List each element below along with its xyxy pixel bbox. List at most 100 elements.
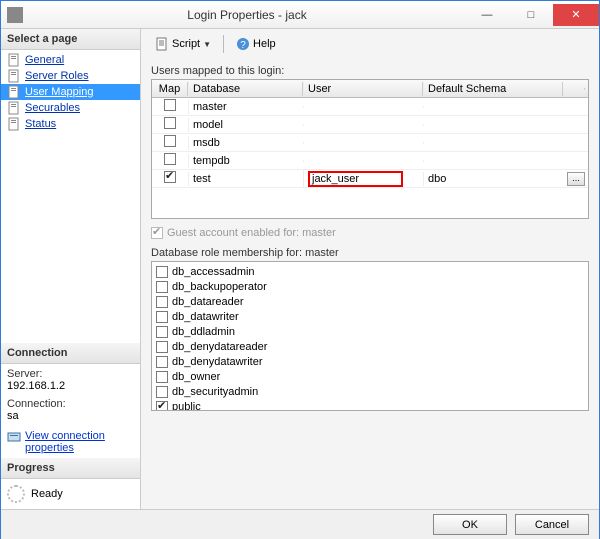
role-label: db_securityadmin bbox=[172, 386, 258, 398]
nav-general[interactable]: General bbox=[1, 52, 140, 68]
user-cell[interactable] bbox=[303, 124, 423, 126]
guest-checkbox bbox=[151, 227, 163, 239]
role-checkbox[interactable] bbox=[156, 266, 168, 278]
roles-list: db_accessadmindb_backupoperator db_datare… bbox=[151, 261, 589, 411]
cancel-button[interactable]: Cancel bbox=[515, 514, 589, 535]
role-label: db_ddladmin bbox=[172, 326, 235, 338]
role-label: db_denydatawriter bbox=[172, 356, 263, 368]
app-icon bbox=[7, 7, 23, 23]
user-cell[interactable] bbox=[303, 142, 423, 144]
role-item[interactable]: db_accessadmin bbox=[154, 264, 586, 279]
role-checkbox[interactable] bbox=[156, 311, 168, 323]
col-default-schema[interactable]: Default Schema bbox=[423, 82, 563, 96]
role-item[interactable]: db_securityadmin bbox=[154, 384, 586, 399]
role-checkbox[interactable] bbox=[156, 371, 168, 383]
page-icon bbox=[7, 85, 21, 99]
dropdown-arrow-icon: ▼ bbox=[203, 40, 211, 49]
col-map[interactable]: Map bbox=[152, 82, 188, 96]
db-cell: test bbox=[188, 172, 303, 186]
user-cell[interactable] bbox=[303, 106, 423, 108]
role-item[interactable]: db_denydatareader bbox=[154, 339, 586, 354]
user-cell[interactable] bbox=[303, 160, 423, 162]
link-icon bbox=[7, 430, 21, 447]
col-database[interactable]: Database bbox=[188, 82, 303, 96]
maximize-button[interactable]: □ bbox=[509, 4, 553, 26]
ellipsis-button[interactable]: ... bbox=[567, 172, 585, 186]
role-item[interactable]: db_datawriter bbox=[154, 309, 586, 324]
role-item[interactable]: db_datareader bbox=[154, 294, 586, 309]
page-icon bbox=[7, 117, 21, 131]
roles-section-label: Database role membership for: master bbox=[151, 247, 589, 259]
schema-cell[interactable] bbox=[423, 160, 563, 162]
schema-cell[interactable] bbox=[423, 124, 563, 126]
nav-securables[interactable]: Securables bbox=[1, 100, 140, 116]
connection-label: Connection: bbox=[7, 398, 134, 410]
minimize-button[interactable]: — bbox=[465, 4, 509, 26]
col-user[interactable]: User bbox=[303, 82, 423, 96]
mapping-grid: Map Database User Default Schema master m… bbox=[151, 79, 589, 219]
role-checkbox[interactable] bbox=[156, 281, 168, 293]
connection-header: Connection bbox=[1, 343, 140, 364]
table-row[interactable]: master bbox=[152, 98, 588, 116]
role-item[interactable]: db_denydatawriter bbox=[154, 354, 586, 369]
role-label: db_denydatareader bbox=[172, 341, 267, 353]
role-checkbox[interactable] bbox=[156, 296, 168, 308]
table-row[interactable]: model bbox=[152, 116, 588, 134]
select-page-header: Select a page bbox=[1, 29, 140, 50]
main-panel: Script ▼ ? Help Users mapped to this log… bbox=[141, 29, 599, 509]
map-checkbox[interactable] bbox=[164, 153, 176, 165]
role-item[interactable]: db_owner bbox=[154, 369, 586, 384]
map-checkbox[interactable] bbox=[164, 117, 176, 129]
progress-status: Ready bbox=[31, 488, 63, 500]
page-icon bbox=[7, 53, 21, 67]
role-label: db_datareader bbox=[172, 296, 244, 308]
db-cell: model bbox=[188, 118, 303, 132]
nav-user-mapping[interactable]: User Mapping bbox=[1, 84, 140, 100]
titlebar: Login Properties - jack — □ ✕ bbox=[1, 1, 599, 29]
map-checkbox[interactable] bbox=[164, 99, 176, 111]
role-item[interactable]: public bbox=[154, 399, 586, 411]
window-title: Login Properties - jack bbox=[29, 8, 465, 22]
map-checkbox[interactable] bbox=[164, 171, 176, 183]
toolbar: Script ▼ ? Help bbox=[141, 29, 599, 59]
view-connection-properties-link[interactable]: View connection properties bbox=[25, 430, 134, 454]
role-item[interactable]: db_ddladmin bbox=[154, 324, 586, 339]
user-cell[interactable]: jack_user bbox=[303, 170, 423, 188]
svg-text:?: ? bbox=[240, 40, 246, 51]
server-value: 192.168.1.2 bbox=[7, 380, 134, 392]
mapping-section-label: Users mapped to this login: bbox=[151, 65, 589, 77]
dialog-footer: OK Cancel bbox=[1, 509, 599, 539]
toolbar-separator bbox=[223, 35, 224, 53]
nav-status[interactable]: Status bbox=[1, 116, 140, 132]
schema-cell[interactable]: dbo bbox=[423, 172, 563, 186]
table-row[interactable]: tempdb bbox=[152, 152, 588, 170]
page-icon bbox=[7, 101, 21, 115]
table-row[interactable]: testjack_userdbo... bbox=[152, 170, 588, 188]
role-checkbox[interactable] bbox=[156, 401, 168, 412]
db-cell: tempdb bbox=[188, 154, 303, 168]
table-row[interactable]: msdb bbox=[152, 134, 588, 152]
help-button[interactable]: ? Help bbox=[232, 35, 280, 53]
close-button[interactable]: ✕ bbox=[553, 4, 599, 26]
guest-label: Guest account enabled for: master bbox=[167, 227, 336, 239]
page-icon bbox=[7, 69, 21, 83]
progress-header: Progress bbox=[1, 458, 140, 479]
script-button[interactable]: Script ▼ bbox=[151, 35, 215, 53]
ok-button[interactable]: OK bbox=[433, 514, 507, 535]
role-checkbox[interactable] bbox=[156, 386, 168, 398]
connection-value: sa bbox=[7, 410, 134, 422]
role-item[interactable]: db_backupoperator bbox=[154, 279, 586, 294]
db-cell: master bbox=[188, 100, 303, 114]
help-icon: ? bbox=[236, 37, 250, 51]
role-checkbox[interactable] bbox=[156, 356, 168, 368]
db-cell: msdb bbox=[188, 136, 303, 150]
nav-server-roles[interactable]: Server Roles bbox=[1, 68, 140, 84]
role-checkbox[interactable] bbox=[156, 326, 168, 338]
schema-cell[interactable] bbox=[423, 142, 563, 144]
role-label: db_owner bbox=[172, 371, 220, 383]
role-checkbox[interactable] bbox=[156, 341, 168, 353]
schema-cell[interactable] bbox=[423, 106, 563, 108]
server-label: Server: bbox=[7, 368, 134, 380]
guest-account-row: Guest account enabled for: master bbox=[151, 227, 589, 239]
map-checkbox[interactable] bbox=[164, 135, 176, 147]
